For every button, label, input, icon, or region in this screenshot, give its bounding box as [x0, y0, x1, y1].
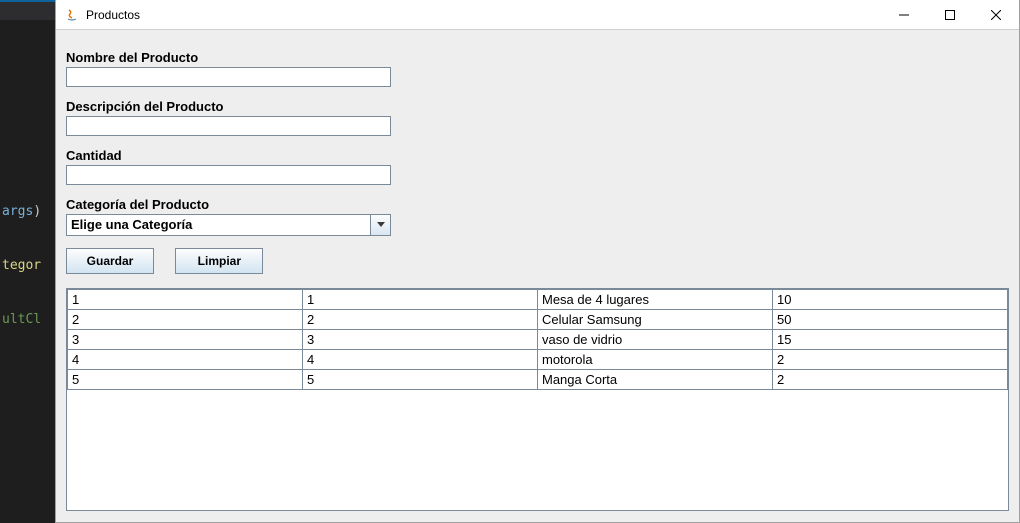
code-token: args [2, 204, 33, 219]
table-row[interactable]: 33vaso de vidrio15 [68, 330, 1008, 350]
nombre-label: Nombre del Producto [66, 50, 1009, 65]
code-token: ultCl [2, 311, 55, 329]
categoria-selected: Elige una Categoría [67, 215, 370, 235]
table-cell: 2 [68, 310, 303, 330]
table-cell: 15 [773, 330, 1008, 350]
table-cell: 2 [773, 370, 1008, 390]
editor-background: args) tegor ultCl [0, 0, 55, 523]
table-row[interactable]: 22Celular Samsung50 [68, 310, 1008, 330]
table-cell: 4 [303, 350, 538, 370]
cantidad-label: Cantidad [66, 148, 1009, 163]
table-cell: Celular Samsung [538, 310, 773, 330]
table-cell: 5 [303, 370, 538, 390]
table-cell: 50 [773, 310, 1008, 330]
content-area: Nombre del Producto Descripción del Prod… [56, 30, 1019, 521]
table-cell: vaso de vidrio [538, 330, 773, 350]
table-row[interactable]: 11Mesa de 4 lugares10 [68, 290, 1008, 310]
categoria-label: Categoría del Producto [66, 197, 1009, 212]
app-window: Productos Nombre del Producto Descripció… [55, 0, 1020, 523]
table-cell: Manga Corta [538, 370, 773, 390]
categoria-combo[interactable]: Elige una Categoría [66, 214, 391, 236]
table-cell: 3 [68, 330, 303, 350]
cantidad-input[interactable] [66, 165, 391, 185]
table-cell: 5 [68, 370, 303, 390]
titlebar[interactable]: Productos [56, 0, 1019, 30]
table-cell: 2 [303, 310, 538, 330]
table-empty-space [67, 390, 1008, 510]
table-cell: 1 [68, 290, 303, 310]
productos-table: 11Mesa de 4 lugares1022Celular Samsung50… [66, 288, 1009, 511]
close-button[interactable] [973, 0, 1019, 29]
table-cell: 1 [303, 290, 538, 310]
java-icon [64, 7, 80, 23]
editor-tab-edge [0, 0, 55, 20]
maximize-button[interactable] [927, 0, 973, 29]
minimize-button[interactable] [881, 0, 927, 29]
window-title: Productos [86, 8, 140, 22]
table-cell: 4 [68, 350, 303, 370]
descripcion-input[interactable] [66, 116, 391, 136]
descripcion-label: Descripción del Producto [66, 99, 1009, 114]
limpiar-button[interactable]: Limpiar [175, 248, 263, 274]
window-controls [881, 0, 1019, 29]
chevron-down-icon[interactable] [370, 215, 390, 235]
table-cell: 2 [773, 350, 1008, 370]
table-cell: 3 [303, 330, 538, 350]
table-cell: Mesa de 4 lugares [538, 290, 773, 310]
nombre-input[interactable] [66, 67, 391, 87]
table-row[interactable]: 55Manga Corta2 [68, 370, 1008, 390]
guardar-button[interactable]: Guardar [66, 248, 154, 274]
code-token: ) [33, 204, 41, 219]
table-cell: 10 [773, 290, 1008, 310]
table-cell: motorola [538, 350, 773, 370]
table-row[interactable]: 44motorola2 [68, 350, 1008, 370]
code-token: tegor [2, 257, 55, 275]
